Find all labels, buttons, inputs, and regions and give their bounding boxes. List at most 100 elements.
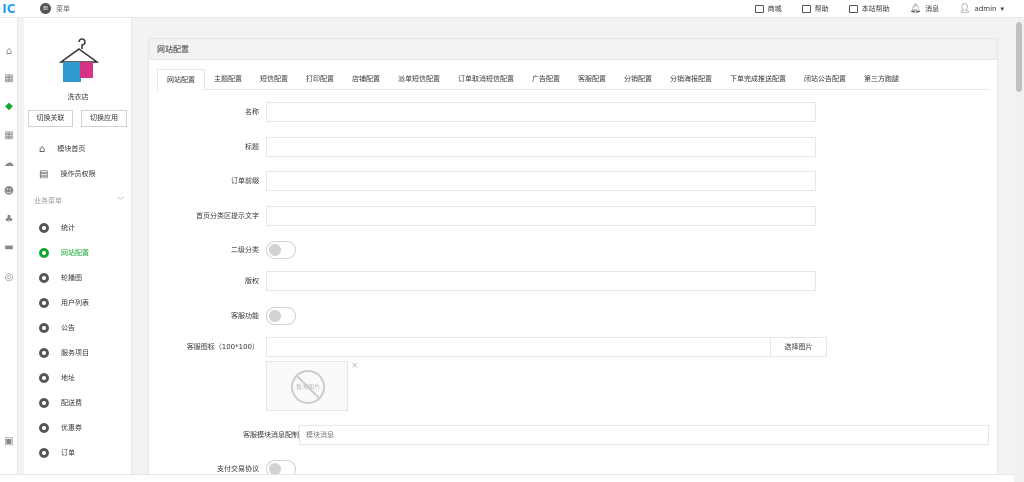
service-message-row: 客服模块消息配制: [149, 425, 999, 445]
sidebar-item-label: 配送费: [61, 399, 82, 407]
copyright-label: 版权: [245, 277, 259, 285]
name-label: 名称: [245, 108, 259, 116]
sidebar-item-label: 统计: [61, 224, 75, 232]
sidebar-item-coupons[interactable]: 优惠券: [24, 415, 131, 441]
sidebar-item-site-config[interactable]: 网站配置: [24, 240, 131, 266]
service-icon-row: 客服图标（100*100） 选择图片: [149, 337, 999, 357]
sidebar-item-orders[interactable]: 订单: [24, 440, 131, 466]
sidebar-item-label: 服务项目: [61, 349, 89, 357]
user-icon: 👤︎: [959, 4, 971, 14]
name-row: 名称: [149, 102, 999, 122]
cube-icon[interactable]: ◆: [3, 101, 15, 113]
sidebar-item-label: 操作员权限: [60, 170, 96, 178]
business-menu-section[interactable]: 业务菜单 ﹀: [34, 196, 124, 206]
tab-theme-config[interactable]: 主题配置: [205, 69, 251, 90]
close-icon[interactable]: ×: [351, 361, 359, 371]
tab-cancel-sms-config[interactable]: 订单取消短信配置: [449, 69, 523, 90]
no-image-text: 暂无图片: [295, 384, 320, 391]
name-input[interactable]: [266, 102, 816, 122]
menu-toggle[interactable]: ≡ 菜单: [40, 3, 70, 14]
sidebar-item-notice[interactable]: 公告: [24, 315, 131, 341]
panel-title: 网站配置: [149, 39, 997, 60]
service-icon-input[interactable]: [266, 337, 771, 357]
gear-icon: [39, 323, 49, 333]
sidebar-item-services[interactable]: 服务项目: [24, 340, 131, 366]
copyright-input[interactable]: [266, 271, 816, 291]
switch-app-button[interactable]: 切换应用: [81, 110, 127, 127]
sidebar-item-stats[interactable]: 统计: [24, 215, 131, 241]
icon-rail: ⌂ ▦ ◆ ▦ ☁ ☻ ♣ ▬ ◎ ▣: [0, 18, 18, 482]
order-prefix-label: 订单前缀: [231, 177, 259, 185]
nav-user-label: admin: [974, 5, 997, 13]
copyright-row: 版权: [149, 271, 999, 291]
top-bar: IC ≡ 菜单 商城 帮助 本站帮助 🔔︎ 消息 👤︎ admin ▾: [0, 0, 1024, 18]
order-prefix-row: 订单前缀: [149, 171, 999, 191]
sidebar-item-address[interactable]: 地址: [24, 365, 131, 391]
tab-closure-notice-config[interactable]: 闭站公告配置: [795, 69, 855, 90]
tab-ad-config[interactable]: 广告配置: [523, 69, 569, 90]
tab-third-party-errand[interactable]: 第三方跑腿: [855, 69, 908, 90]
shop-name: 洗衣店: [67, 93, 89, 101]
tab-site-config[interactable]: 网站配置: [157, 69, 205, 91]
help-icon: [801, 5, 811, 13]
nav-messages-label: 消息: [925, 5, 940, 13]
sidebar-item-label: 优惠券: [61, 424, 82, 432]
order-prefix-input[interactable]: [266, 171, 816, 191]
page-scrollbar[interactable]: [1014, 18, 1024, 482]
tab-store-config[interactable]: 店铺配置: [343, 69, 389, 90]
cloud-icon[interactable]: ☁: [3, 158, 15, 170]
app-logo: IC: [2, 2, 16, 16]
tab-dispatch-sms-config[interactable]: 派单短信配置: [389, 69, 449, 90]
sidebar-item-delivery-fee[interactable]: 配送费: [24, 390, 131, 416]
sidebar-item-user-list[interactable]: 用户列表: [24, 290, 131, 316]
service-toggle[interactable]: [266, 307, 296, 325]
people-icon[interactable]: ♣: [3, 214, 15, 226]
sidebar-item-module-home[interactable]: ⌂ 模块首页: [24, 136, 131, 162]
switch-link-button[interactable]: 切换关联: [28, 110, 73, 127]
home-category-hint-input[interactable]: [266, 206, 816, 226]
service-row: 客服功能: [149, 306, 999, 326]
tab-push-config[interactable]: 下单完成推送配置: [721, 69, 795, 90]
tab-distribution-config[interactable]: 分销配置: [615, 69, 661, 90]
image-preview[interactable]: 暂无图片: [266, 361, 348, 411]
service-icon-label: 客服图标（100*100）: [186, 343, 259, 351]
home-icon[interactable]: ⌂: [3, 46, 15, 58]
nav-shop[interactable]: 商城: [754, 4, 782, 14]
lock-icon[interactable]: ▣: [3, 436, 15, 448]
service-message-input[interactable]: [299, 425, 989, 445]
sidebar-item-label: 网站配置: [61, 249, 89, 257]
title-label: 标题: [245, 143, 259, 151]
nav-user[interactable]: 👤︎ admin ▾: [959, 4, 1004, 14]
globe-icon[interactable]: ◎: [3, 272, 15, 284]
service-message-label: 客服模块消息配制: [243, 431, 299, 439]
menu-icon: ≡: [40, 3, 51, 14]
nav-shop-label: 商城: [767, 5, 782, 13]
gear-icon: [39, 398, 49, 408]
grid-icon[interactable]: ▦: [3, 130, 15, 142]
sub-category-toggle[interactable]: [266, 241, 296, 259]
tab-sms-config[interactable]: 短信配置: [251, 69, 297, 90]
shop-icon: [754, 5, 764, 13]
nav-site-help[interactable]: 本站帮助: [848, 4, 890, 14]
users-icon[interactable]: ☻: [3, 186, 15, 198]
tab-service-config[interactable]: 客服配置: [569, 69, 615, 90]
sub-category-label: 二级分类: [231, 246, 259, 254]
select-image-button[interactable]: 选择图片: [771, 337, 827, 357]
sidebar-item-label: 订单: [61, 449, 75, 457]
title-input[interactable]: [266, 137, 816, 157]
apps-icon[interactable]: ▦: [3, 73, 15, 85]
nav-site-help-label: 本站帮助: [861, 5, 890, 13]
sidebar-item-label: 模块首页: [57, 145, 86, 153]
gear-icon: [39, 448, 49, 458]
sidebar-item-carousel[interactable]: 轮播图: [24, 265, 131, 291]
tab-print-config[interactable]: 打印配置: [297, 69, 343, 90]
scrollbar-thumb[interactable]: [1016, 22, 1022, 92]
nav-messages[interactable]: 🔔︎ 消息: [910, 4, 939, 14]
tab-poster-config[interactable]: 分销海报配置: [661, 69, 721, 90]
sidebar-item-operator-permissions[interactable]: ▤ 操作员权限: [24, 161, 131, 187]
sidebar-item-label: 轮播图: [61, 274, 82, 282]
nav-help[interactable]: 帮助: [801, 4, 829, 14]
main-panel: 网站配置 网站配置 主题配置 短信配置 打印配置 店铺配置 派单短信配置 订单取…: [148, 38, 998, 482]
monitor-icon[interactable]: ▬: [3, 242, 15, 254]
bell-icon: 🔔︎: [909, 4, 922, 14]
